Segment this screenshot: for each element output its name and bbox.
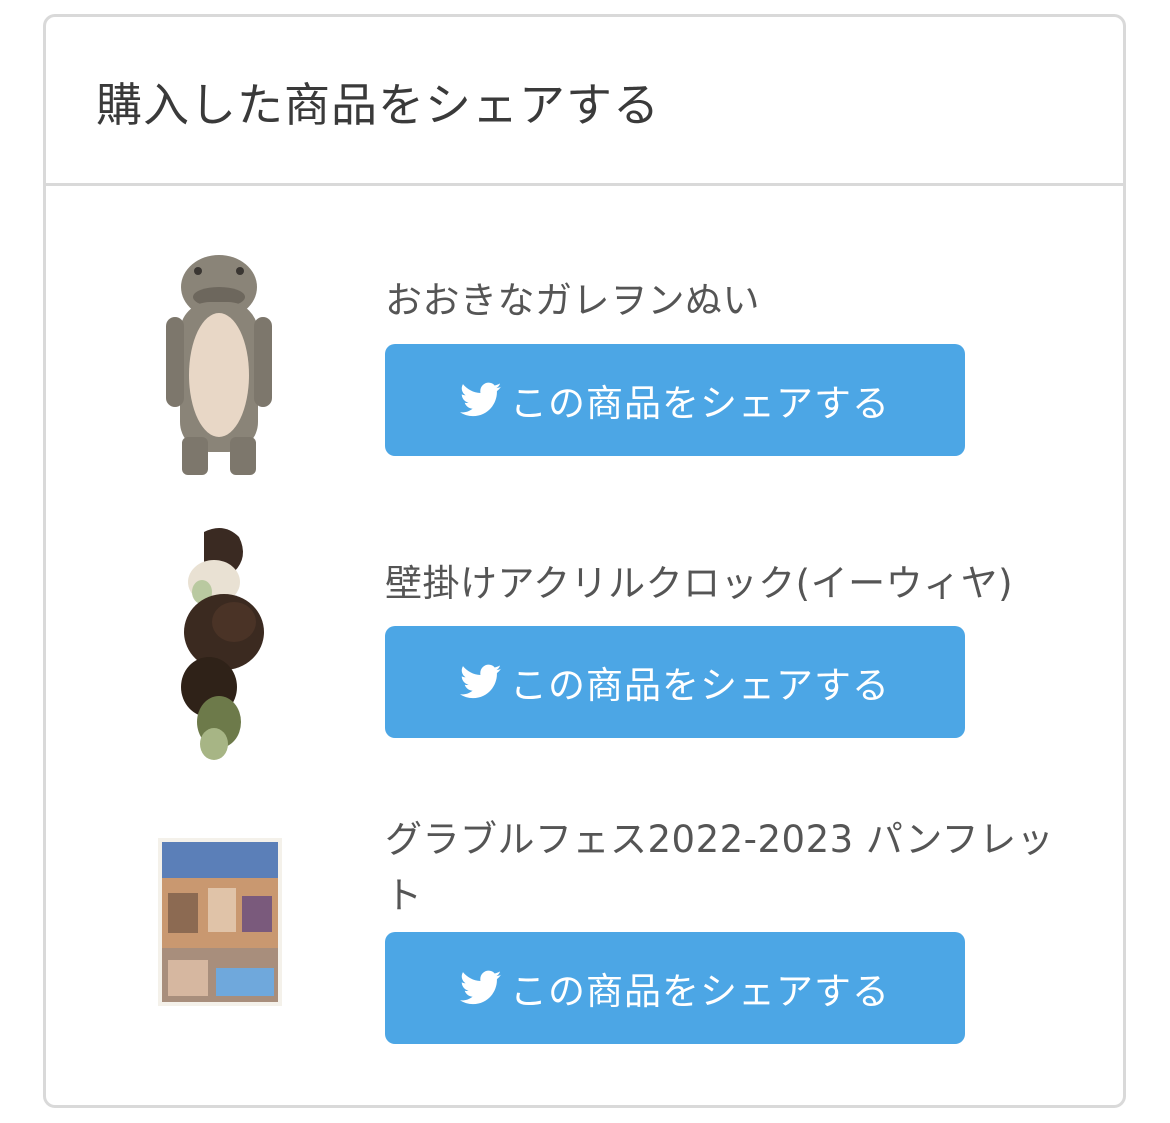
share-button-label: この商品をシェアする [510,970,890,1013]
twitter-bird-icon [460,970,502,1005]
share-button[interactable]: この商品をシェアする [385,626,965,738]
product-name: おおきなガレヲンぬい [385,279,760,322]
share-button[interactable]: この商品をシェアする [385,932,965,1044]
product-name: 壁掛けアクリルクロック(イーウィヤ) [385,562,1014,605]
card-header: 購入した商品をシェアする [46,17,1123,186]
plush-product-image [166,255,272,475]
twitter-bird-icon [460,382,502,417]
share-purchases-card: 購入した商品をシェアする おおきなガレヲンぬい この商品をシェアする 壁掛けアク… [43,14,1126,1108]
clock-product-image [181,528,264,760]
share-button-label: この商品をシェアする [510,664,890,707]
share-button[interactable]: この商品をシェアする [385,344,965,456]
share-button-label: この商品をシェアする [510,382,890,425]
pamphlet-product-image [158,838,282,1006]
twitter-bird-icon [460,664,502,699]
product-name: グラブルフェス2022-2023 パンフレット [385,818,1055,917]
card-title: 購入した商品をシェアする [96,78,660,132]
